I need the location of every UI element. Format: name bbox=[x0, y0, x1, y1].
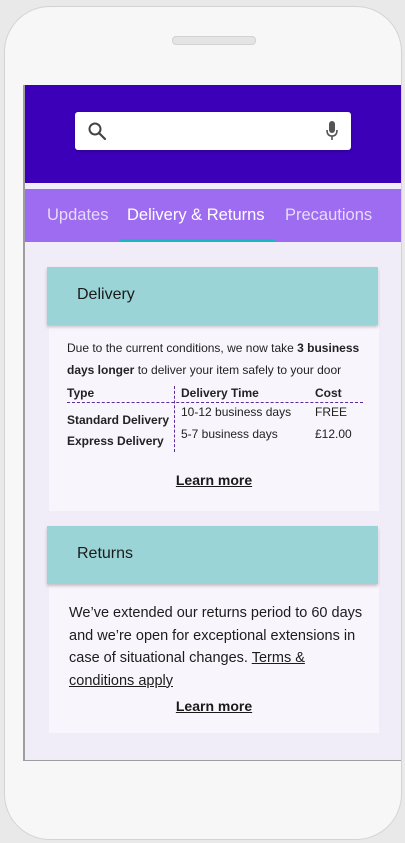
app-header bbox=[25, 85, 401, 183]
active-tab-indicator bbox=[120, 239, 275, 242]
delivery-card-header: Delivery bbox=[47, 267, 378, 325]
search-input[interactable] bbox=[75, 112, 351, 150]
returns-title: Returns bbox=[77, 545, 134, 562]
returns-text: We’ve extended our returns period to 60 … bbox=[69, 602, 369, 692]
table-cell-type: Standard Delivery bbox=[67, 413, 170, 427]
table-column-divider bbox=[174, 386, 175, 452]
delivery-learn-more-link[interactable]: Learn more bbox=[49, 472, 379, 488]
delivery-card: Delivery Due to the current conditions, … bbox=[47, 267, 379, 511]
table-cell-type: Express Delivery bbox=[67, 434, 164, 448]
phone-speaker bbox=[172, 36, 256, 45]
tab-bar: Updates Delivery & Returns Precautions bbox=[25, 189, 401, 242]
returns-card-header: Returns bbox=[47, 526, 378, 584]
delivery-intro-text-end: to deliver your item safely to your door bbox=[134, 363, 342, 377]
microphone-icon[interactable] bbox=[325, 120, 339, 142]
returns-card: Returns We’ve extended our returns perio… bbox=[47, 526, 379, 733]
table-cell-time: 10-12 business days bbox=[181, 405, 292, 419]
tab-updates[interactable]: Updates bbox=[47, 206, 108, 225]
delivery-table: Type Delivery Time Cost Standard Deliver… bbox=[67, 386, 363, 456]
table-header-delivery-time: Delivery Time bbox=[181, 386, 259, 400]
returns-learn-more-link[interactable]: Learn more bbox=[49, 698, 379, 714]
table-cell-time: 5-7 business days bbox=[181, 427, 278, 441]
delivery-intro-text: Due to the current conditions, we now ta… bbox=[67, 341, 298, 355]
delivery-title: Delivery bbox=[77, 286, 135, 303]
phone-frame: Updates Delivery & Returns Precautions D… bbox=[4, 6, 402, 840]
table-cell-cost: £12.00 bbox=[315, 427, 352, 441]
table-divider bbox=[67, 402, 363, 403]
table-cell-cost: FREE bbox=[315, 405, 348, 419]
returns-body: We’ve extended our returns period to 60 … bbox=[69, 605, 363, 666]
delivery-intro: Due to the current conditions, we now ta… bbox=[67, 337, 385, 381]
search-icon[interactable] bbox=[87, 121, 107, 141]
tab-precautions[interactable]: Precautions bbox=[285, 206, 372, 225]
tab-delivery-returns[interactable]: Delivery & Returns bbox=[127, 206, 265, 225]
app-screen: Updates Delivery & Returns Precautions D… bbox=[23, 85, 401, 761]
table-header-type: Type bbox=[67, 386, 95, 400]
table-header-cost: Cost bbox=[315, 386, 342, 400]
